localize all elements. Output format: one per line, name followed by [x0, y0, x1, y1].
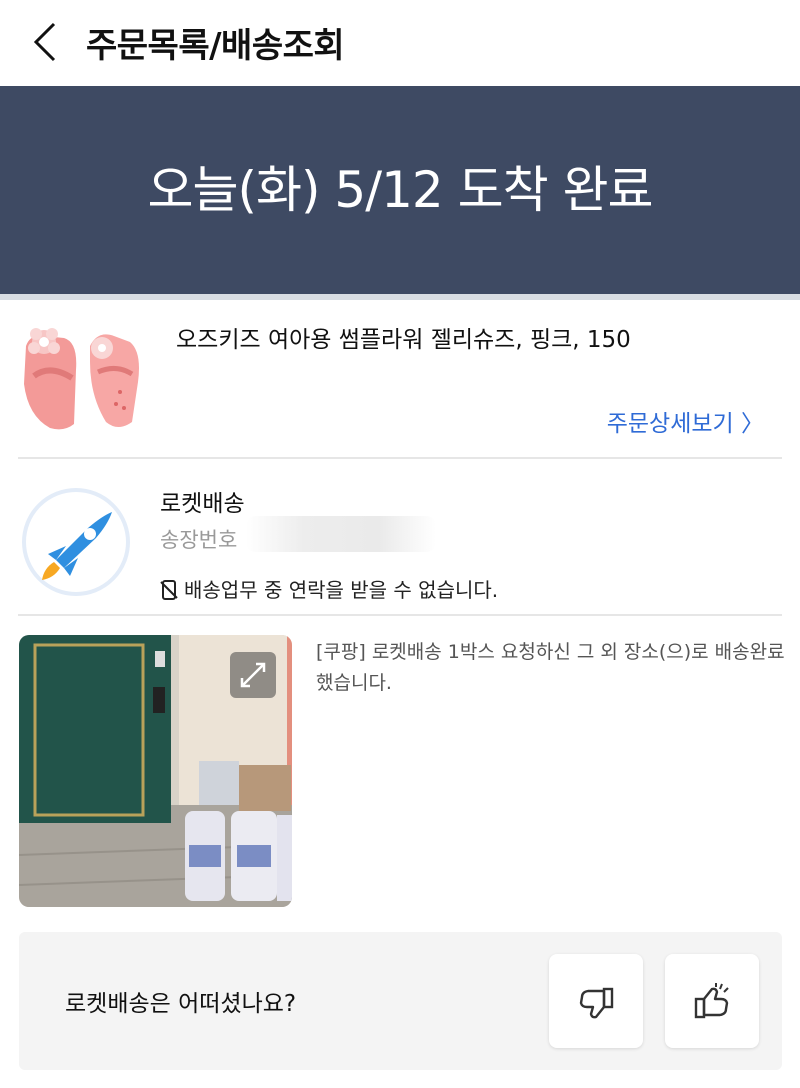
delivery-feedback: 로켓배송은 어떠셨나요?	[19, 932, 782, 1070]
invoice-number-redacted	[246, 516, 436, 552]
no-contact-notice: 배송업무 중 연락을 받을 수 없습니다.	[160, 574, 498, 605]
app-header: 주문목록/배송조회	[0, 0, 800, 86]
page-title: 주문목록/배송조회	[86, 26, 345, 66]
delivery-info: 로켓배송 송장번호 배송업무 중 연락을 받을 수 없습니다.	[0, 460, 800, 615]
thumbs-up-icon	[694, 983, 729, 1019]
delivery-status-text: 오늘(화) 5/12 도착 완료	[147, 161, 654, 219]
chevron-left-icon	[33, 22, 56, 62]
no-contact-text: 배송업무 중 연락을 받을 수 없습니다.	[184, 578, 499, 602]
order-detail-link[interactable]: 주문상세보기 〉	[607, 404, 764, 438]
delivery-message: [쿠팡] 로켓배송 1박스 요청하신 그 외 장소(으)로 배송완료했습니다.	[316, 641, 785, 694]
thumbs-down-button[interactable]	[549, 954, 643, 1048]
no-phone-icon	[160, 580, 178, 605]
expand-icon	[240, 662, 266, 688]
feedback-question: 로켓배송은 어떠셨나요?	[65, 991, 297, 1017]
delivery-proof: [쿠팡] 로켓배송 1박스 요청하신 그 외 장소(으)로 배송완료했습니다.	[0, 617, 800, 917]
delivery-status-banner: 오늘(화) 5/12 도착 완료	[0, 86, 800, 294]
product-thumbnail[interactable]	[20, 312, 150, 432]
product-name: 오즈키즈 여아용 썸플라워 젤리슈즈, 핑크, 150	[176, 327, 631, 353]
carrier-logo	[22, 488, 130, 596]
back-button[interactable]	[28, 20, 68, 64]
product-row: 오즈키즈 여아용 썸플라워 젤리슈즈, 핑크, 150 주문상세보기 〉	[0, 300, 800, 458]
section-divider	[18, 457, 782, 459]
expand-photo-button[interactable]	[230, 652, 276, 698]
carrier-name: 로켓배송	[160, 491, 245, 517]
rocket-icon	[42, 512, 112, 580]
thumbs-up-button[interactable]	[665, 954, 759, 1048]
invoice-label: 송장번호	[160, 528, 238, 552]
thumbs-down-icon	[579, 987, 614, 1019]
section-divider	[18, 614, 782, 616]
